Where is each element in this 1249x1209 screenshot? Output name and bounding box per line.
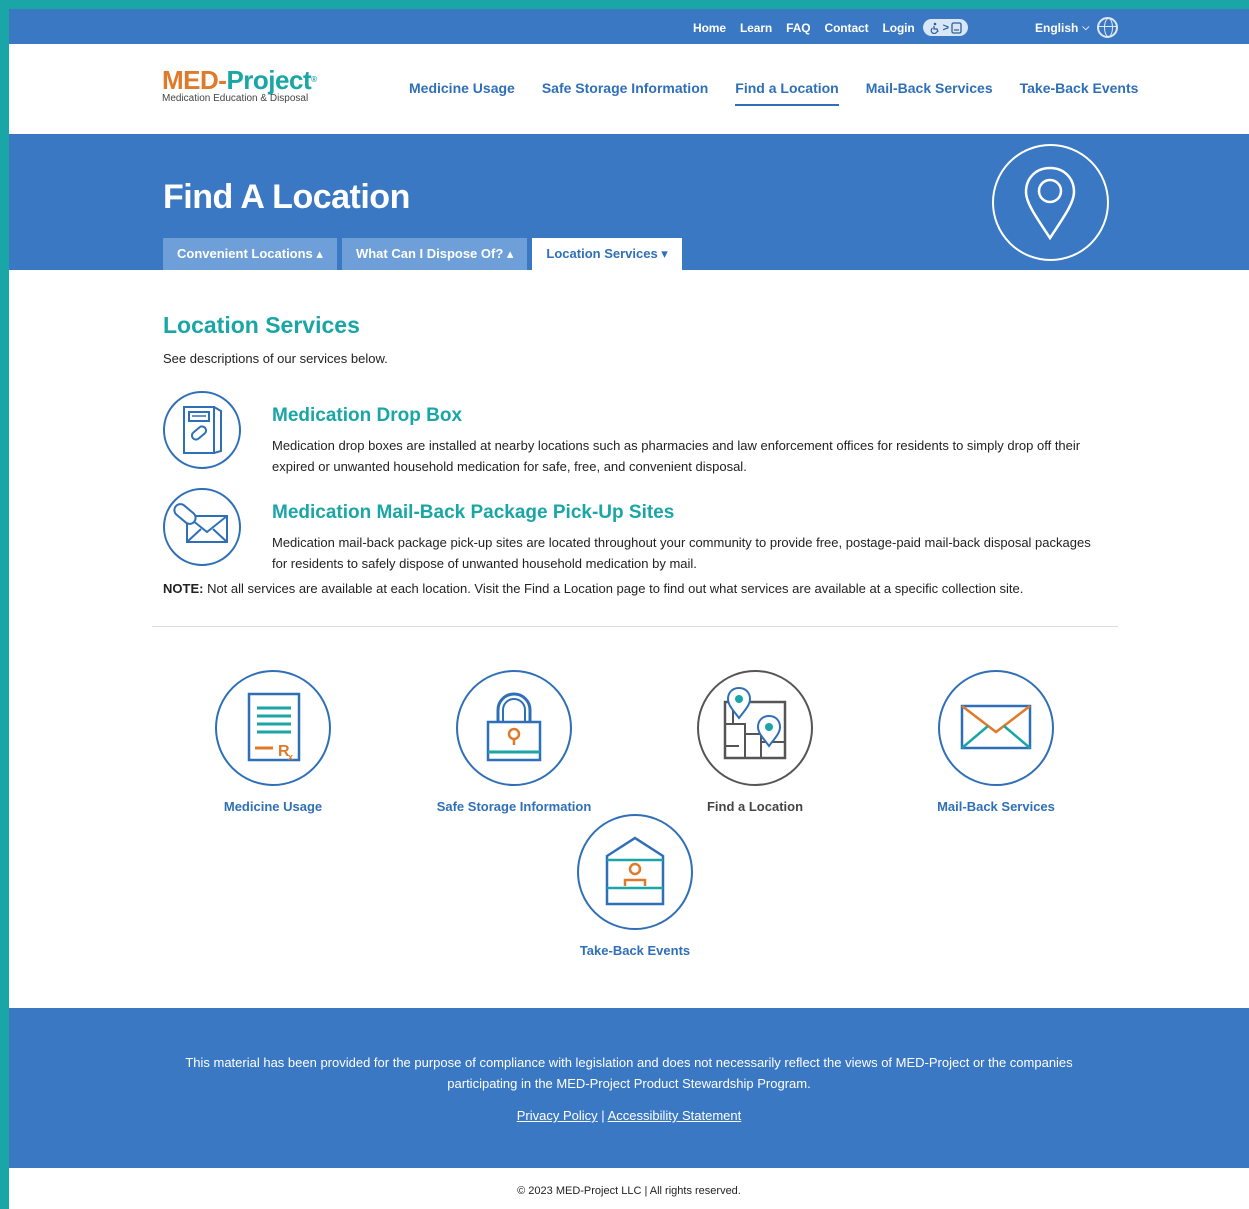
tile-medicine-usage[interactable]: R x Medicine Usage xyxy=(173,670,373,814)
privacy-policy-link[interactable]: Privacy Policy xyxy=(517,1108,598,1123)
logo[interactable]: MED-Project® Medication Education & Disp… xyxy=(162,66,317,104)
note-text: Not all services are available at each l… xyxy=(203,581,1024,596)
svg-text:x: x xyxy=(288,752,293,762)
globe-icon xyxy=(1097,17,1119,38)
utility-link-login[interactable]: Login xyxy=(882,21,914,35)
tile-mail-back[interactable]: Mail-Back Services xyxy=(896,670,1096,814)
main-header: MED-Project® Medication Education & Disp… xyxy=(9,44,1249,134)
utility-link-faq[interactable]: FAQ xyxy=(786,21,810,35)
drop-box-icon xyxy=(163,391,241,469)
drop-box-title: Medication Drop Box xyxy=(272,405,463,426)
accessibility-toggle[interactable]: > xyxy=(922,19,969,36)
footer-separator: | xyxy=(597,1108,608,1123)
tile-label-medicine-usage: Medicine Usage xyxy=(223,799,323,814)
tile-find-location[interactable]: Find a Location xyxy=(655,670,855,814)
tab-what-can-i-dispose[interactable]: What Can I Dispose Of? ▴ xyxy=(341,238,528,270)
tile-label-safe-storage: Safe Storage Information xyxy=(436,799,592,814)
note-label: NOTE: xyxy=(163,581,204,596)
nav-medicine-usage[interactable]: Medicine Usage xyxy=(409,80,515,106)
mail-pill-icon xyxy=(163,488,241,566)
chevron-down-icon: ⌵ xyxy=(1082,22,1090,32)
prescription-document-icon: R x xyxy=(215,670,331,786)
tile-label-take-back: Take-Back Events xyxy=(579,943,691,958)
section-tabs: Convenient Locations ▴ What Can I Dispos… xyxy=(163,238,687,270)
page-title: Find A Location xyxy=(163,178,410,216)
copyright: © 2023 MED-Project LLC | All rights rese… xyxy=(517,1185,741,1197)
mail-back-pickup-description: Medication mail-back package pick-up sit… xyxy=(272,535,1091,571)
accessibility-arrow: > xyxy=(942,21,950,34)
wheelchair-icon xyxy=(930,22,939,34)
mail-back-pickup-title: Medication Mail-Back Package Pick-Up Sit… xyxy=(272,502,675,523)
language-selector[interactable]: English ⌵ xyxy=(1035,17,1119,38)
language-label: English xyxy=(1035,20,1079,35)
logo-med: MED xyxy=(162,65,219,95)
footer: This material has been provided for the … xyxy=(9,1008,1249,1168)
kiosk-person-icon xyxy=(577,814,693,930)
tile-take-back[interactable]: Take-Back Events xyxy=(535,814,735,958)
logo-tagline: Medication Education & Disposal xyxy=(162,93,309,104)
services-subtitle: See descriptions of our services below. xyxy=(163,351,388,366)
map-pins-icon xyxy=(697,670,813,786)
services-note: NOTE: Not all services are available at … xyxy=(163,581,1023,596)
footer-links: Privacy Policy | Accessibility Statement xyxy=(9,1108,1249,1123)
location-pin-icon xyxy=(992,144,1109,261)
page: Home Learn FAQ Contact Login > English ⌵… xyxy=(9,9,1249,1209)
nav-find-location[interactable]: Find a Location xyxy=(735,80,839,106)
utility-link-contact[interactable]: Contact xyxy=(825,21,869,35)
tile-label-mail-back: Mail-Back Services xyxy=(937,799,1055,814)
tile-label-find-location: Find a Location xyxy=(706,799,804,814)
primary-nav: Medicine Usage Safe Storage Information … xyxy=(409,80,1165,106)
logo-project: Project xyxy=(226,65,312,95)
services-heading: Location Services xyxy=(163,312,360,338)
tile-safe-storage[interactable]: Safe Storage Information xyxy=(414,670,614,814)
nav-take-back[interactable]: Take-Back Events xyxy=(1020,80,1139,106)
drop-box-description: Medication drop boxes are installed at n… xyxy=(272,438,1081,474)
section-divider xyxy=(152,626,1118,627)
utility-bar: Home Learn FAQ Contact Login > English ⌵ xyxy=(9,9,1249,44)
nav-safe-storage[interactable]: Safe Storage Information xyxy=(542,80,708,106)
accessibility-statement-link[interactable]: Accessibility Statement xyxy=(608,1108,742,1123)
utility-link-learn[interactable]: Learn xyxy=(740,21,772,35)
tab-convenient-locations[interactable]: Convenient Locations ▴ xyxy=(163,238,337,270)
logo-registered-mark: ® xyxy=(311,75,317,84)
envelope-icon xyxy=(938,670,1054,786)
tab-location-services[interactable]: Location Services ▾ xyxy=(532,238,682,270)
utility-link-home[interactable]: Home xyxy=(693,21,726,35)
screen-reader-icon xyxy=(951,21,962,34)
nav-mail-back[interactable]: Mail-Back Services xyxy=(866,80,993,106)
footer-disclaimer: This material has been provided for the … xyxy=(185,1055,1073,1091)
utility-links: Home Learn FAQ Contact Login > xyxy=(693,19,969,36)
padlock-icon xyxy=(456,670,572,786)
hero-banner: Find A Location Convenient Locations ▴ W… xyxy=(9,134,1249,270)
